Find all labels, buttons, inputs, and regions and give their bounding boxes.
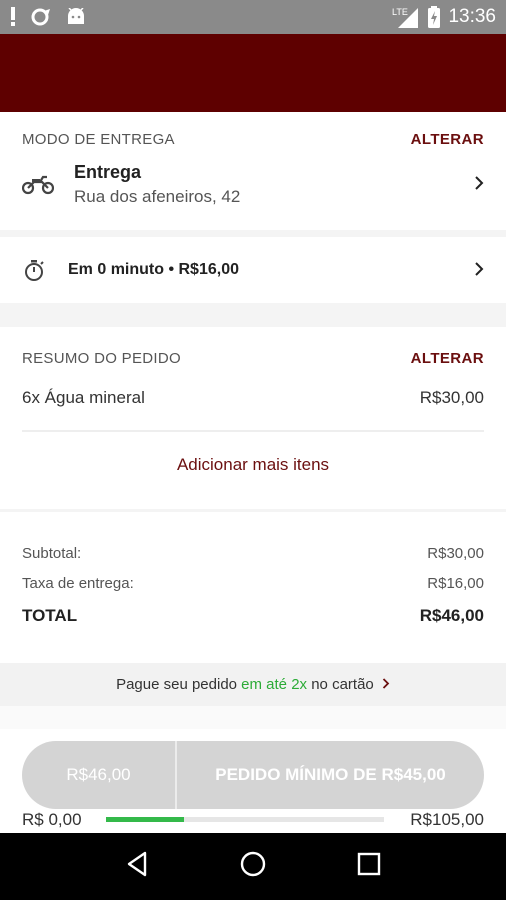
- order-summary-title: RESUMO DO PEDIDO: [22, 350, 181, 367]
- back-icon[interactable]: [125, 851, 149, 882]
- subtotal-label: Subtotal:: [22, 545, 82, 562]
- app-bar: [0, 34, 506, 112]
- promo-suffix: no cartão: [311, 676, 374, 693]
- delivery-fee-label: Taxa de entrega:: [22, 575, 134, 592]
- add-more-items-button[interactable]: Adicionar mais itens: [0, 455, 506, 475]
- recents-icon[interactable]: [357, 852, 381, 881]
- order-item-price: R$30,00: [419, 388, 484, 407]
- item-divider: [22, 430, 484, 432]
- delivery-mode-label: Entrega: [74, 162, 142, 182]
- progress-end-label: R$105,00: [410, 810, 484, 829]
- totals-section: Subtotal: R$30,00 Taxa de entrega: R$16,…: [0, 512, 506, 663]
- total-row: TOTAL R$46,00: [0, 606, 506, 626]
- order-summary-section: RESUMO DO PEDIDO ALTERAR 6x Água mineral…: [0, 327, 506, 509]
- delivery-fee-value: R$16,00: [427, 575, 484, 592]
- progress-bar-fill: [106, 817, 184, 822]
- motorcycle-icon: [22, 175, 56, 195]
- divider-gap: [0, 706, 506, 729]
- network-label: LTE: [392, 7, 408, 17]
- alert-icon: [10, 7, 16, 27]
- android-icon: [66, 8, 86, 26]
- delivery-fee-row: Taxa de entrega: R$16,00: [0, 575, 506, 592]
- chevron-right-icon: [382, 663, 390, 706]
- order-item-name: 6x Água mineral: [22, 388, 145, 407]
- subtotal-row: Subtotal: R$30,00: [0, 545, 506, 562]
- minimum-order-button[interactable]: R$46,00 PEDIDO MÍNIMO DE R$45,00: [22, 741, 484, 809]
- delivery-mode-row[interactable]: Entrega Rua dos afeneiros, 42: [0, 162, 506, 207]
- alter-order-button[interactable]: ALTERAR: [411, 350, 484, 367]
- minimum-progress: R$ 0,00 R$105,00: [22, 808, 484, 832]
- installments-banner[interactable]: Pague seu pedido em até 2x no cartão: [0, 663, 506, 706]
- progress-bar: [106, 817, 384, 822]
- order-item-row: 6x Água mineral R$30,00: [0, 388, 506, 408]
- total-value: R$46,00: [419, 606, 484, 625]
- sync-icon: [30, 7, 52, 27]
- promo-highlight: em até 2x: [241, 676, 308, 693]
- delivery-section: MODO DE ENTREGA ALTERAR Entrega Rua dos …: [0, 112, 506, 230]
- progress-start-label: R$ 0,00: [22, 810, 82, 829]
- divider-gap: [0, 230, 506, 237]
- divider-gap: [0, 303, 506, 327]
- delivery-section-title: MODO DE ENTREGA: [22, 131, 175, 148]
- timing-text: Em 0 minuto • R$16,00: [68, 261, 239, 278]
- delivery-address: Rua dos afeneiros, 42: [74, 187, 241, 206]
- cta-total: R$46,00: [22, 741, 177, 809]
- chevron-right-icon: [474, 173, 484, 196]
- status-time: 13:36: [448, 6, 496, 27]
- chevron-right-icon: [474, 259, 484, 282]
- system-nav-bar: [0, 833, 506, 900]
- subtotal-value: R$30,00: [427, 545, 484, 562]
- status-bar: LTE 13:36: [0, 0, 506, 34]
- timing-row[interactable]: Em 0 minuto • R$16,00: [0, 237, 506, 303]
- cta-label: PEDIDO MÍNIMO DE R$45,00: [215, 765, 446, 784]
- signal-icon: LTE: [392, 6, 420, 28]
- total-label: TOTAL: [22, 606, 78, 625]
- alter-delivery-button[interactable]: ALTERAR: [411, 131, 484, 148]
- stopwatch-icon: [22, 258, 52, 282]
- battery-icon: [428, 6, 441, 28]
- home-icon[interactable]: [239, 850, 267, 883]
- promo-prefix: Pague seu pedido: [116, 676, 237, 693]
